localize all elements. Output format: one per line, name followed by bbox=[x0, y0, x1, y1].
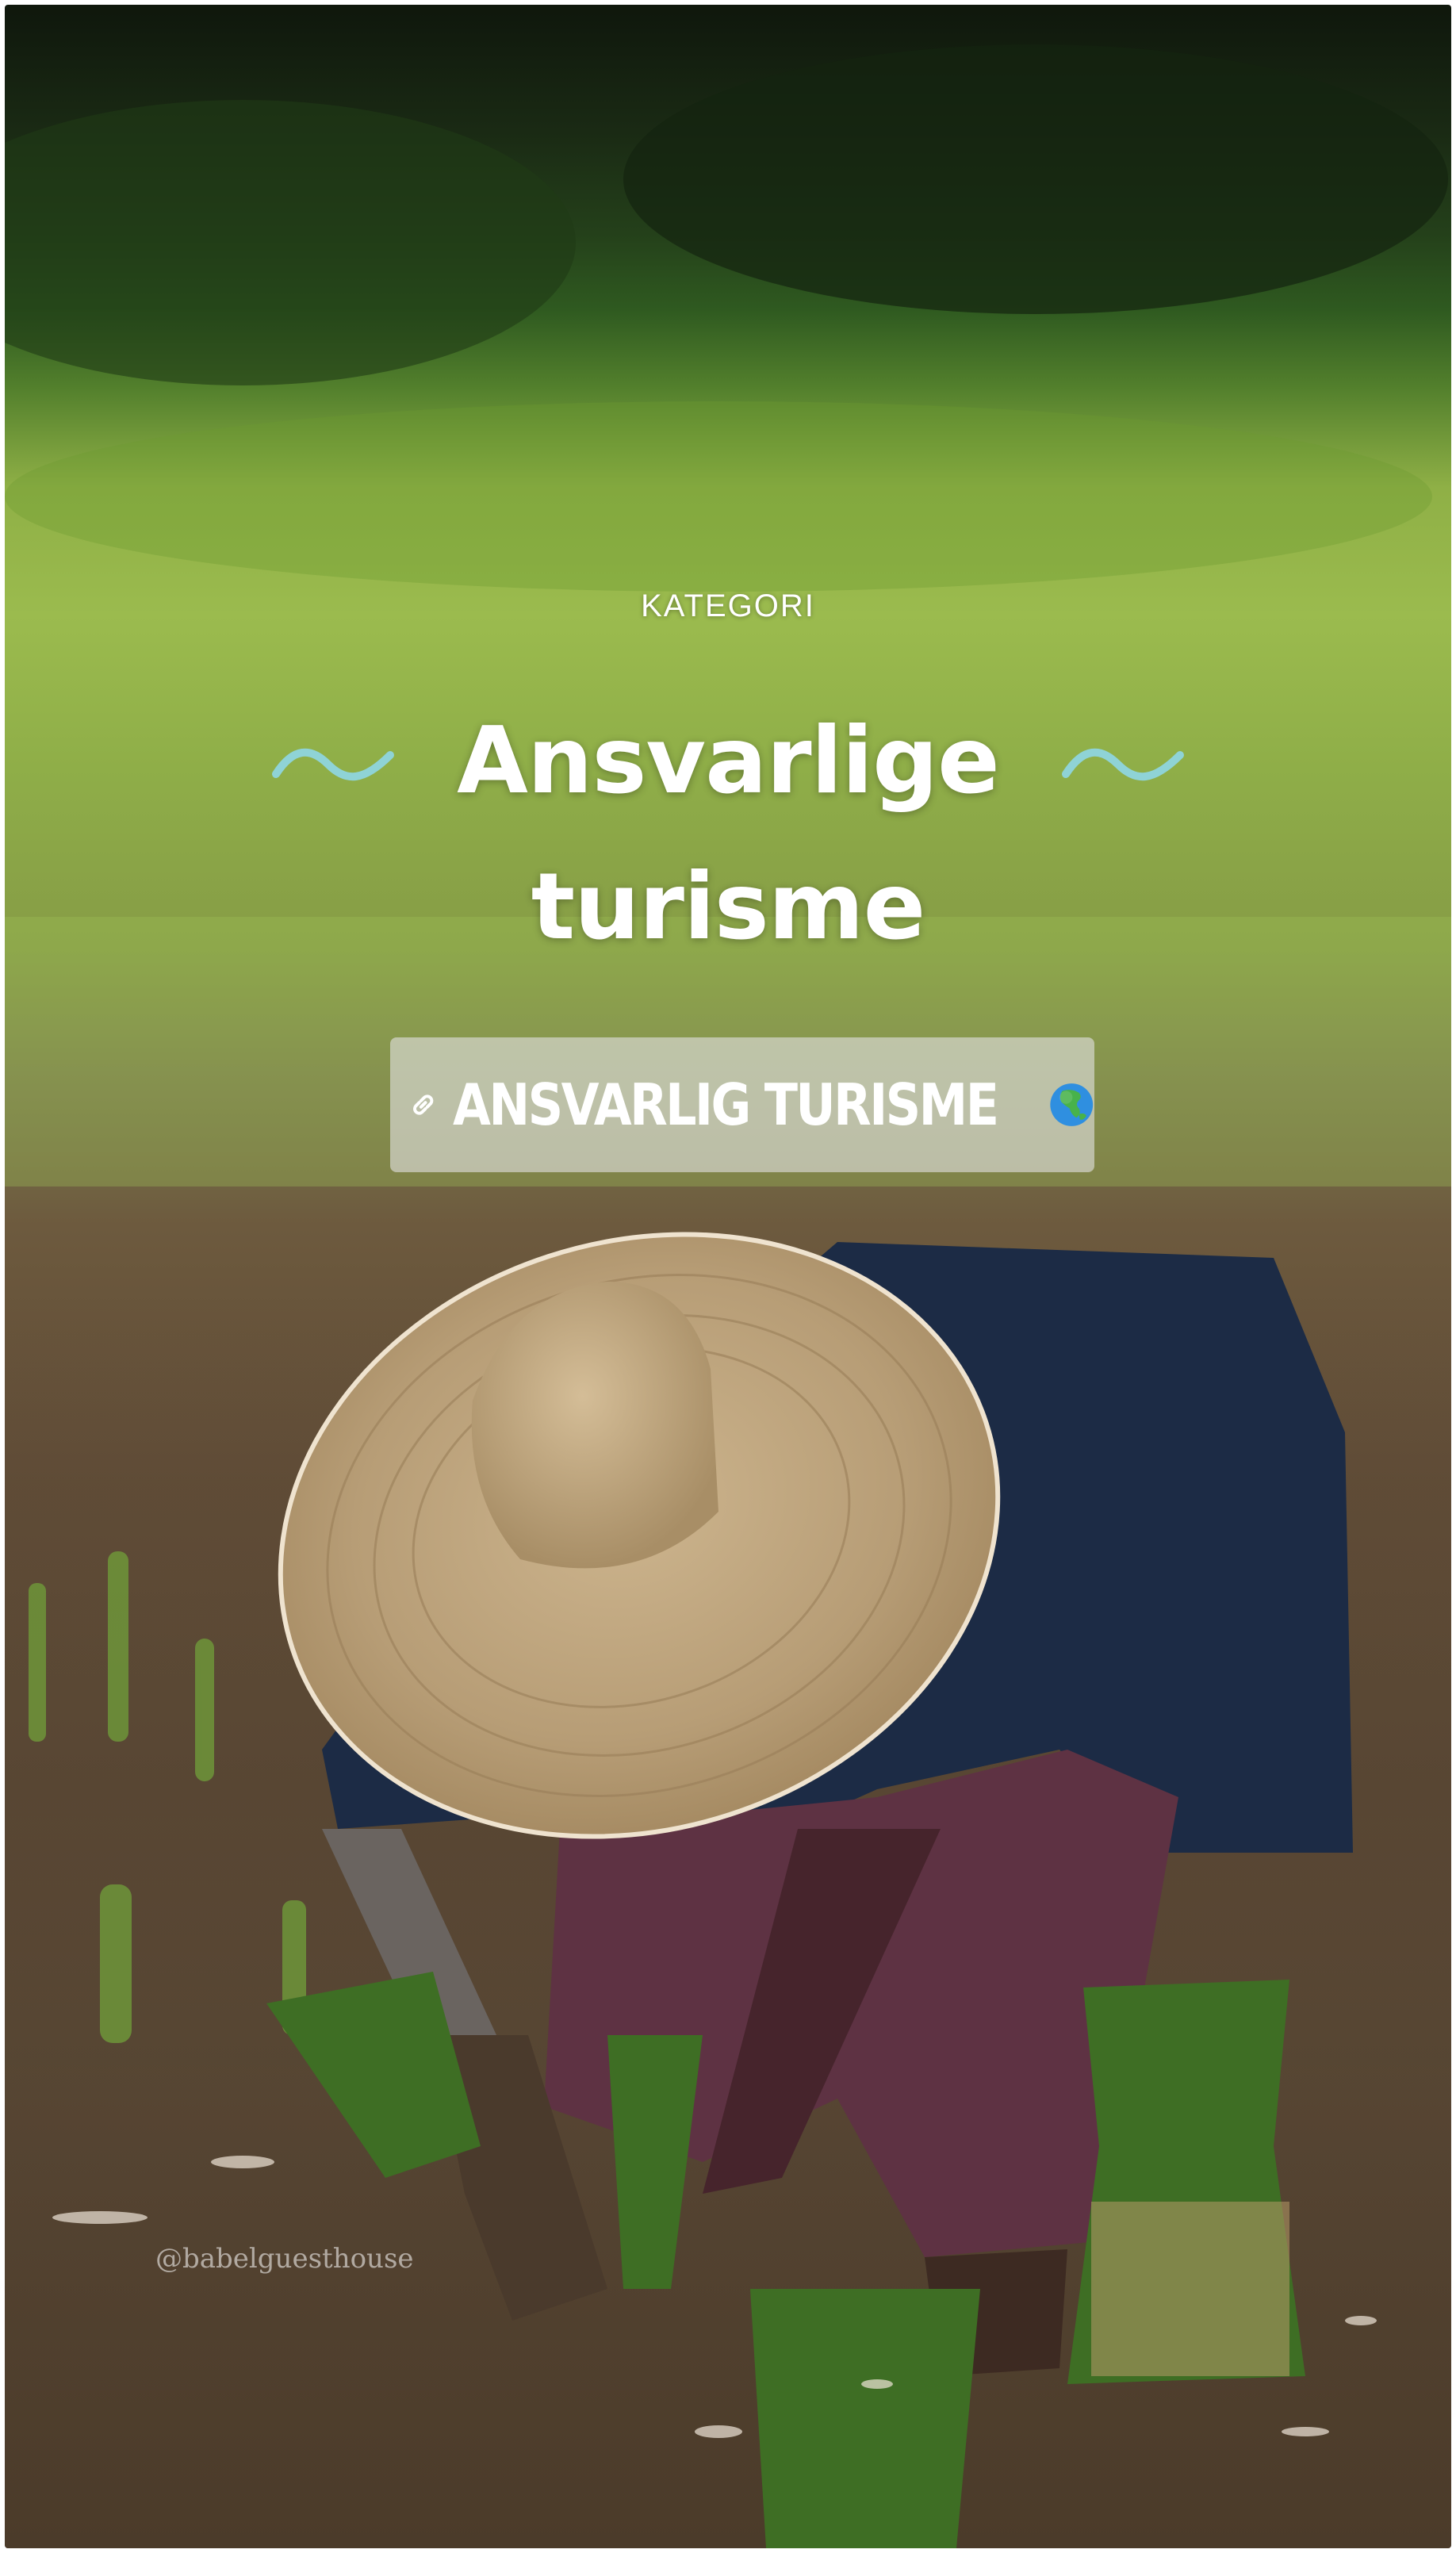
wave-decoration-right-icon bbox=[1062, 748, 1184, 781]
title-line-2: turisme bbox=[531, 853, 926, 960]
globe-asia-emoji-icon bbox=[1049, 1083, 1093, 1126]
link-sticker[interactable]: ANSVARLIG TURISME bbox=[390, 1037, 1094, 1172]
story-view: KATEGORI Ansvarlige turisme ANSVARLIG TU… bbox=[5, 5, 1451, 2548]
photo-credit-watermark: @babelguesthouse bbox=[155, 2243, 414, 2275]
title-line-1: Ansvarlige bbox=[457, 707, 1000, 815]
category-label: KATEGORI bbox=[641, 588, 815, 623]
background-photo-rice-farmer bbox=[5, 44, 1451, 2548]
link-sticker-label: ANSVARLIG TURISME bbox=[453, 1071, 999, 1138]
link-icon bbox=[413, 1094, 434, 1115]
